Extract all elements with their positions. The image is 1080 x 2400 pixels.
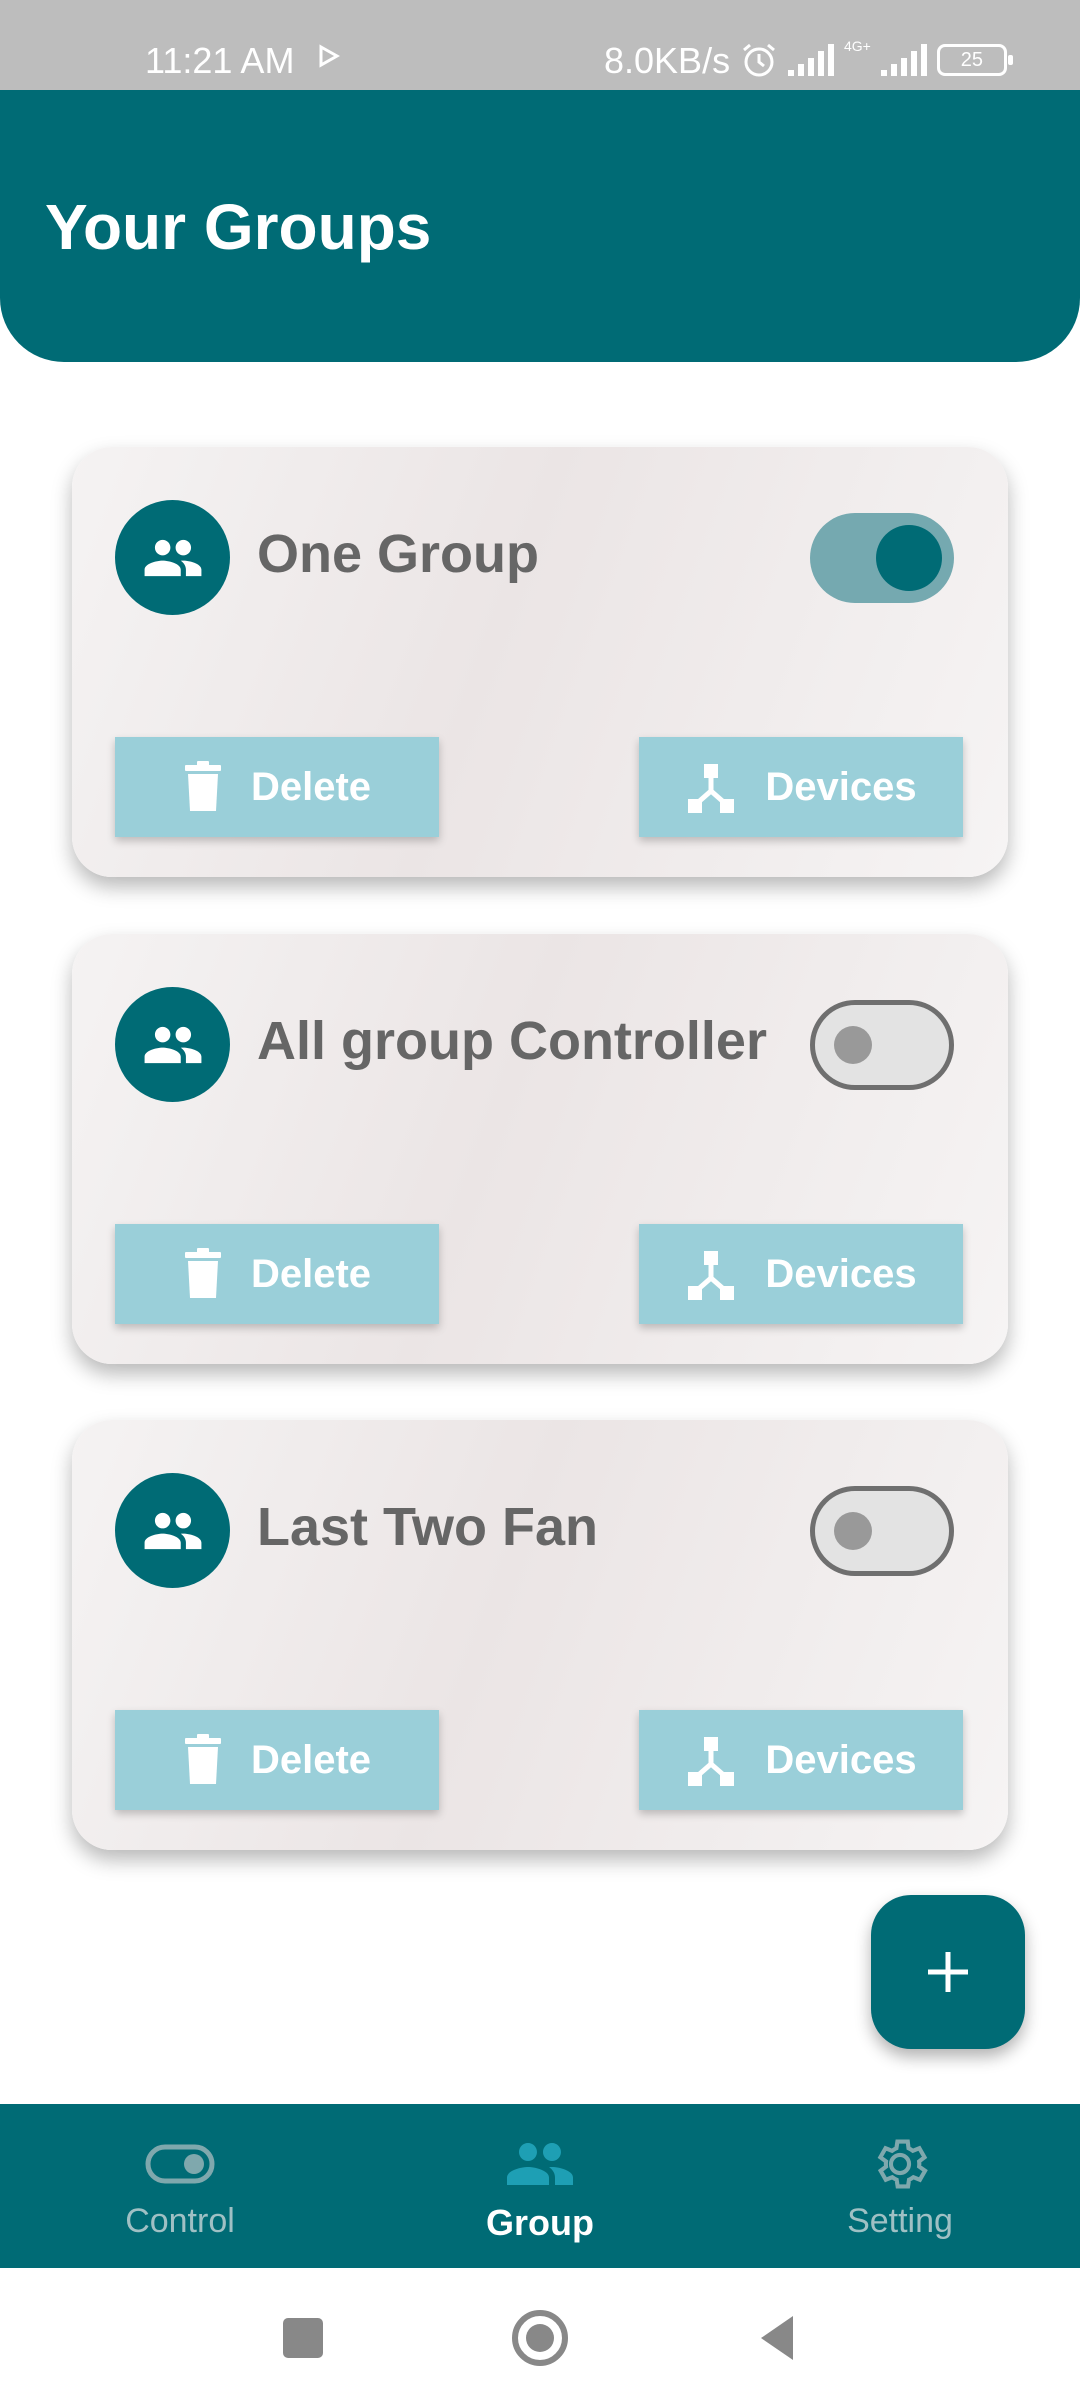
plus-icon xyxy=(928,1952,968,1992)
page-title: Your Groups xyxy=(45,191,432,263)
signal-icon-2 xyxy=(880,44,927,76)
signal-icon xyxy=(788,44,834,76)
group-avatar xyxy=(115,987,230,1102)
gear-icon xyxy=(869,2134,931,2194)
nav-label: Setting xyxy=(847,2202,953,2240)
devices-icon xyxy=(688,764,735,813)
devices-button[interactable]: Devices xyxy=(639,1224,963,1324)
delete-button[interactable]: Delete xyxy=(115,737,439,837)
group-toggle[interactable] xyxy=(810,1486,954,1576)
network-type: 4G+ xyxy=(844,38,871,54)
group-card: One Group Delete Devices xyxy=(72,447,1008,877)
group-toggle[interactable] xyxy=(810,513,954,603)
group-name: Last Two Fan xyxy=(257,1497,599,1557)
devices-label: Devices xyxy=(765,1737,917,1782)
nav-label: Group xyxy=(486,2202,594,2243)
group-avatar xyxy=(115,1473,230,1588)
toggle-knob xyxy=(834,1026,872,1064)
devices-icon xyxy=(688,1251,735,1300)
group-icon xyxy=(144,1026,201,1063)
app-header: Your Groups xyxy=(0,90,1080,362)
group-toggle[interactable] xyxy=(810,1000,954,1090)
group-avatar xyxy=(115,500,230,615)
play-icon xyxy=(319,44,340,68)
back-button[interactable] xyxy=(747,2308,807,2368)
group-card: Last Two Fan Delete Devices xyxy=(72,1420,1008,1850)
group-card: All group Controller Delete Devices xyxy=(72,934,1008,1364)
delete-button[interactable]: Delete xyxy=(115,1224,439,1324)
trash-icon xyxy=(184,1248,221,1298)
trash-icon xyxy=(184,1734,221,1784)
group-icon xyxy=(504,2134,576,2194)
system-nav-bar xyxy=(0,2268,1080,2400)
nav-item-group[interactable]: Group xyxy=(360,2104,720,2268)
add-group-button[interactable] xyxy=(871,1895,1025,2049)
toggle-icon xyxy=(145,2134,215,2194)
devices-button[interactable]: Devices xyxy=(639,1710,963,1810)
status-bar: 11:21 AM 8.0KB/s 4G+ 25 xyxy=(0,0,1080,90)
recents-button[interactable] xyxy=(273,2308,333,2368)
devices-label: Devices xyxy=(765,1251,917,1296)
group-name: All group Controller xyxy=(257,1011,767,1071)
group-name: One Group xyxy=(257,524,539,584)
nav-item-setting[interactable]: Setting xyxy=(720,2104,1080,2268)
devices-icon xyxy=(688,1737,735,1786)
home-button[interactable] xyxy=(510,2308,570,2368)
group-icon xyxy=(144,539,201,576)
nav-item-control[interactable]: Control xyxy=(0,2104,360,2268)
alarm-icon xyxy=(743,43,775,77)
delete-label: Delete xyxy=(250,1737,372,1782)
group-icon xyxy=(144,1512,201,1549)
toggle-knob xyxy=(876,525,942,591)
devices-button[interactable]: Devices xyxy=(639,737,963,837)
status-time: 11:21 AM xyxy=(145,40,295,81)
delete-label: Delete xyxy=(250,1251,372,1296)
toggle-knob xyxy=(834,1512,872,1550)
delete-label: Delete xyxy=(250,764,372,809)
delete-button[interactable]: Delete xyxy=(115,1710,439,1810)
battery-icon: 25 xyxy=(936,44,1013,76)
bottom-nav: Control Group Setting xyxy=(0,2104,1080,2268)
devices-label: Devices xyxy=(765,764,917,809)
trash-icon xyxy=(184,761,221,811)
status-icons: 4G+ 25 xyxy=(740,38,1013,82)
network-speed: 8.0KB/s xyxy=(604,40,731,81)
nav-label: Control xyxy=(125,2202,235,2240)
